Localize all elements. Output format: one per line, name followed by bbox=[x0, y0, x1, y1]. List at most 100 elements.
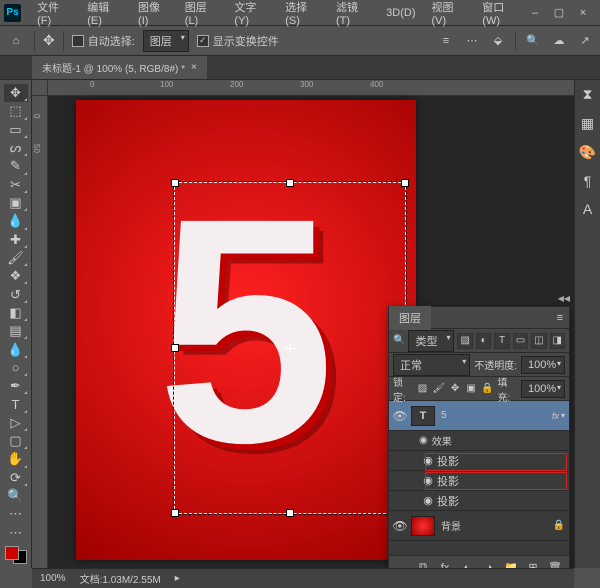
maximize-button[interactable]: ▢ bbox=[552, 6, 566, 20]
transform-box[interactable] bbox=[174, 182, 406, 514]
3d-mode-icon[interactable]: ⬙ bbox=[489, 32, 507, 50]
type-tool[interactable]: T bbox=[4, 395, 28, 413]
zoom-level[interactable]: 100% bbox=[40, 573, 66, 584]
quick-select-tool[interactable]: ✎ bbox=[4, 157, 28, 175]
share-icon[interactable]: ↗ bbox=[576, 32, 594, 50]
effect-item[interactable]: ◉ 投影 bbox=[389, 491, 569, 511]
healing-tool[interactable]: ✚ bbox=[4, 231, 28, 249]
layer-thumbnail[interactable] bbox=[411, 516, 435, 536]
effects-header[interactable]: ◉ 效果 bbox=[389, 431, 569, 451]
menu-window[interactable]: 窗口(W) bbox=[474, 0, 528, 31]
document-canvas[interactable]: 5 bbox=[76, 100, 416, 560]
dock-paragraph-icon[interactable]: ¶ bbox=[584, 173, 592, 189]
menu-edit[interactable]: 编辑(E) bbox=[79, 0, 130, 31]
transform-handle-ml[interactable] bbox=[171, 344, 179, 352]
effect-item[interactable]: ◉ 投影 bbox=[389, 471, 569, 491]
fx-badge[interactable]: fx bbox=[552, 411, 559, 421]
gradient-tool[interactable]: ▤ bbox=[4, 322, 28, 340]
blur-tool[interactable]: 💧 bbox=[4, 340, 28, 358]
transform-handle-tr[interactable] bbox=[401, 179, 409, 187]
transform-handle-bl[interactable] bbox=[171, 509, 179, 517]
crop-tool[interactable]: ✂ bbox=[4, 176, 28, 194]
visibility-toggle[interactable]: 👁 bbox=[389, 519, 411, 533]
search-icon[interactable]: 🔍 bbox=[393, 335, 405, 346]
hand-tool[interactable]: ✋ bbox=[4, 450, 28, 468]
dock-history-icon[interactable]: ⧗ bbox=[583, 86, 593, 103]
layers-tab[interactable]: 图层 bbox=[389, 306, 431, 330]
align-icon[interactable]: ≡ bbox=[437, 32, 455, 50]
horizontal-ruler[interactable]: 0 100 200 300 400 bbox=[48, 80, 574, 96]
dock-swatches-icon[interactable]: 🎨 bbox=[579, 144, 596, 161]
close-button[interactable]: × bbox=[576, 6, 590, 20]
visibility-toggle[interactable]: ◉ bbox=[419, 494, 437, 507]
menu-select[interactable]: 选择(S) bbox=[277, 0, 328, 31]
layer-name[interactable]: 5 bbox=[441, 410, 552, 421]
auto-select-target-dropdown[interactable]: 图层 bbox=[143, 30, 189, 52]
visibility-toggle[interactable]: ◉ bbox=[419, 474, 437, 487]
brush-tool[interactable]: 🖌 bbox=[4, 249, 28, 267]
menu-3d[interactable]: 3D(D) bbox=[378, 3, 423, 23]
ellipsis-tool[interactable]: ⋯ bbox=[4, 524, 28, 542]
lock-artboard-icon[interactable]: ▣ bbox=[465, 382, 477, 396]
home-button[interactable]: ⌂ bbox=[6, 31, 26, 51]
filter-type-dropdown[interactable]: 类型 bbox=[408, 330, 454, 352]
lock-transparency-icon[interactable]: ▨ bbox=[416, 382, 428, 396]
blend-mode-dropdown[interactable]: 正常 bbox=[393, 354, 470, 376]
zoom-tool[interactable]: 🔍 bbox=[4, 487, 28, 505]
lock-position-icon[interactable]: ✥ bbox=[449, 382, 461, 396]
minimize-button[interactable]: – bbox=[528, 6, 542, 20]
artboard-tool[interactable]: ⬚ bbox=[4, 102, 28, 120]
dodge-tool[interactable]: ○ bbox=[4, 359, 28, 377]
document-tab[interactable]: 未标题-1 @ 100% (5, RGB/8#) * × bbox=[32, 56, 207, 79]
menu-file[interactable]: 文件(F) bbox=[29, 0, 79, 31]
visibility-toggle[interactable]: ◉ bbox=[419, 454, 437, 467]
color-swatches[interactable] bbox=[5, 546, 27, 564]
dock-character-icon[interactable]: A bbox=[583, 201, 592, 217]
transform-handle-tc[interactable] bbox=[286, 179, 294, 187]
menu-image[interactable]: 图像(I) bbox=[130, 0, 177, 31]
eyedropper-tool[interactable]: 💧 bbox=[4, 212, 28, 230]
transform-handle-bc[interactable] bbox=[286, 509, 294, 517]
filter-shape-icon[interactable]: ▭ bbox=[513, 333, 528, 349]
status-arrow-icon[interactable]: ▸ bbox=[175, 573, 180, 584]
marquee-tool[interactable]: ▭ bbox=[4, 121, 28, 139]
history-brush-tool[interactable]: ↺ bbox=[4, 285, 28, 303]
effect-item[interactable]: ◉ 投影 bbox=[389, 451, 569, 471]
filter-smart-icon[interactable]: ◫ bbox=[531, 333, 546, 349]
distribute-icon[interactable]: ⋯ bbox=[463, 32, 481, 50]
menu-layer[interactable]: 图层(L) bbox=[177, 0, 227, 31]
pen-tool[interactable]: ✒ bbox=[4, 377, 28, 395]
lock-all-icon[interactable]: 🔒 bbox=[481, 382, 493, 396]
fx-expand-icon[interactable]: ▾ bbox=[561, 411, 565, 420]
eraser-tool[interactable]: ◧ bbox=[4, 304, 28, 322]
edit-toolbar-tool[interactable]: ⋯ bbox=[4, 505, 28, 523]
visibility-toggle[interactable]: 👁 bbox=[389, 409, 411, 423]
panel-menu-icon[interactable]: ≡ bbox=[551, 312, 569, 324]
auto-select-checkbox[interactable]: 自动选择: bbox=[72, 33, 135, 49]
show-transform-checkbox[interactable]: ✓ 显示变换控件 bbox=[197, 33, 279, 49]
panel-expand-icon[interactable]: ◀◀ bbox=[558, 294, 570, 303]
rotate-tool[interactable]: ⟳ bbox=[4, 469, 28, 487]
move-tool[interactable]: ✥ bbox=[4, 84, 28, 102]
menu-filter[interactable]: 滤镜(T) bbox=[328, 0, 378, 31]
vertical-ruler[interactable]: 0 50 bbox=[32, 96, 48, 568]
fg-color-swatch[interactable] bbox=[5, 546, 19, 560]
doc-info[interactable]: 文档:1.03M/2.55M bbox=[80, 571, 161, 586]
menu-view[interactable]: 视图(V) bbox=[424, 0, 475, 31]
opacity-field[interactable]: 100% bbox=[521, 356, 565, 374]
transform-handle-tl[interactable] bbox=[171, 179, 179, 187]
layer-row[interactable]: 👁 T 5 fx ▾ bbox=[389, 401, 569, 431]
search-icon[interactable]: 🔍 bbox=[524, 32, 542, 50]
layer-thumbnail[interactable]: T bbox=[411, 406, 435, 426]
filter-type-icon[interactable]: T bbox=[494, 333, 509, 349]
filter-toggle-icon[interactable]: ◨ bbox=[550, 333, 565, 349]
rectangle-tool[interactable]: ▢ bbox=[4, 432, 28, 450]
fill-field[interactable]: 100% bbox=[521, 380, 565, 398]
cloud-icon[interactable]: ☁ bbox=[550, 32, 568, 50]
move-tool-icon[interactable]: ✥ bbox=[43, 32, 55, 49]
menu-type[interactable]: 文字(Y) bbox=[226, 0, 277, 31]
tab-close-icon[interactable]: × bbox=[191, 62, 197, 73]
clone-tool[interactable]: ❖ bbox=[4, 267, 28, 285]
transform-center-icon[interactable] bbox=[284, 342, 296, 354]
layer-name[interactable]: 背景 bbox=[441, 518, 553, 533]
